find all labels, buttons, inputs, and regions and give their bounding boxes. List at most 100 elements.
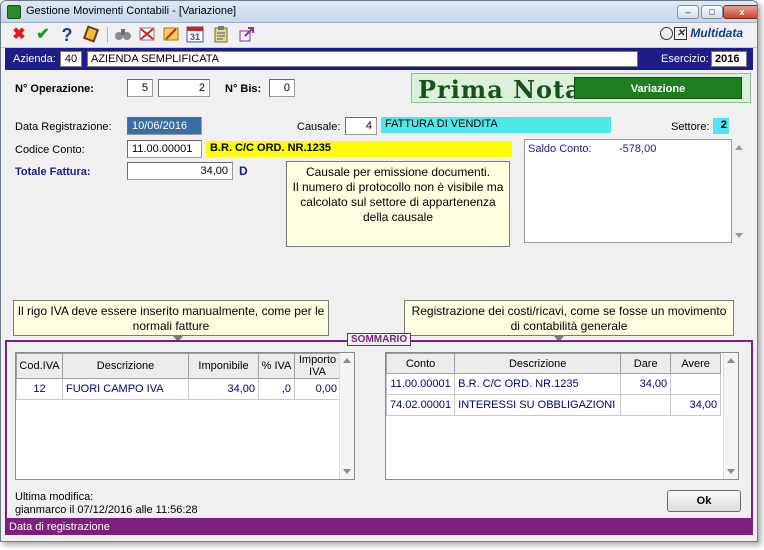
settore-label: Settore: — [671, 121, 710, 133]
conti-cell-dare[interactable] — [620, 394, 672, 416]
azienda-bar: Azienda: 40 AZIENDA SEMPLIFICATA Eserciz… — [5, 48, 753, 70]
iva-cell-imponibile[interactable]: 34,00 — [188, 378, 259, 400]
n-operazione-b-field[interactable]: 2 — [158, 79, 210, 97]
saldo-conto-label: Saldo Conto: — [528, 143, 592, 155]
edit-icon[interactable] — [161, 25, 181, 45]
scroll-down-icon[interactable] — [343, 469, 351, 474]
scroll-up-icon[interactable] — [735, 145, 743, 150]
calendar-number: 31 — [190, 32, 200, 42]
conti-grid[interactable]: Conto Descrizione Dare Avere 11.00.00001… — [385, 352, 739, 480]
codice-conto-field[interactable]: 11.00.00001 — [127, 140, 202, 158]
azienda-name: AZIENDA SEMPLIFICATA — [87, 51, 638, 67]
n-bis-label: N° Bis: — [225, 83, 262, 95]
confirm-check-icon[interactable]: ✔ — [33, 25, 53, 45]
conti-table: Conto Descrizione Dare Avere 11.00.00001… — [386, 353, 722, 416]
title-bar: Gestione Movimenti Contabili - [Variazio… — [1, 1, 757, 23]
n-operazione-a-field[interactable]: 5 — [127, 79, 153, 97]
iva-col-header[interactable]: Importo IVA — [294, 353, 341, 379]
data-registrazione-field[interactable]: 10/06/2016 — [127, 117, 202, 135]
conti-col-header[interactable]: Avere — [670, 353, 722, 374]
binoculars-icon[interactable] — [113, 25, 133, 45]
conti-cell-dare[interactable]: 34,00 — [620, 373, 672, 395]
saldo-conto-value: -578,00 — [619, 143, 657, 155]
costi-callout: Registrazione dei costi/ricavi, come se … — [404, 300, 734, 336]
iva-col-header[interactable]: % IVA — [258, 353, 295, 379]
iva-grid[interactable]: Cod.IVA Descrizione Imponibile % IVA Imp… — [15, 352, 355, 480]
iva-cell-importo[interactable]: 0,00 — [294, 378, 341, 400]
causale-label: Causale: — [297, 121, 341, 133]
ultima-modifica-label: Ultima modifica: — [15, 491, 94, 503]
close-window-button[interactable]: x — [723, 5, 757, 19]
prima-nota-title: Prima Nota — [418, 75, 582, 104]
scroll-down-icon[interactable] — [727, 469, 735, 474]
iva-header-row: Cod.IVA Descrizione Imponibile % IVA Imp… — [16, 353, 341, 379]
azienda-label: Azienda: — [13, 53, 56, 65]
data-registrazione-label: Data Registrazione: — [15, 121, 112, 133]
iva-table: Cod.IVA Descrizione Imponibile % IVA Imp… — [16, 353, 341, 400]
conti-cell-descrizione[interactable]: INTERESSI SU OBBLIGAZIONI — [454, 394, 622, 416]
conti-header-row: Conto Descrizione Dare Avere — [386, 353, 722, 374]
saldo-conto-box: Saldo Conto: -578,00 — [524, 139, 732, 243]
settore-value: 2 — [713, 118, 729, 134]
delete-icon[interactable] — [137, 25, 157, 45]
iva-col-header[interactable]: Descrizione — [62, 353, 189, 379]
scroll-up-icon[interactable] — [343, 358, 351, 363]
conti-cell-descrizione[interactable]: B.R. C/C ORD. NR.1235 — [454, 373, 622, 395]
n-operazione-label: N° Operazione: — [15, 83, 94, 95]
scroll-up-icon[interactable] — [727, 358, 735, 363]
prima-nota-banner: Prima Nota Variazione — [411, 73, 751, 104]
brand-x-icon: ✕ — [674, 27, 688, 41]
totale-fattura-field[interactable]: 34,00 — [127, 162, 233, 180]
help-icon[interactable]: ? — [57, 25, 77, 45]
mode-badge: Variazione — [574, 77, 742, 99]
notebook-icon[interactable] — [81, 25, 101, 45]
iva-cell-descrizione[interactable]: FUORI CAMPO IVA — [62, 378, 189, 400]
iva-scrollbar[interactable] — [339, 353, 354, 479]
brand-logo: ✕ Multidata — [660, 26, 743, 41]
conti-cell-avere[interactable] — [670, 373, 722, 395]
esercizio-value: 2016 — [711, 51, 747, 67]
causale-description: FATTURA DI VENDITA — [381, 117, 611, 133]
ok-button[interactable]: Ok — [667, 490, 741, 512]
esercizio-label: Esercizio: — [661, 53, 709, 65]
conti-cell-conto[interactable]: 74.02.00001 — [386, 394, 456, 416]
conti-col-header[interactable]: Conto — [386, 353, 456, 374]
main-window: Gestione Movimenti Contabili - [Variazio… — [0, 0, 758, 542]
brand-circle-icon — [660, 27, 674, 41]
export-icon[interactable] — [237, 25, 257, 45]
conti-scrollbar[interactable] — [723, 353, 738, 479]
app-icon — [7, 5, 21, 19]
totale-fattura-suffix: D — [239, 164, 248, 178]
conti-cell-avere[interactable]: 34,00 — [670, 394, 722, 416]
calendar-icon[interactable]: 31 — [185, 25, 205, 45]
conti-col-header[interactable]: Descrizione — [454, 353, 622, 374]
close-x-icon[interactable]: ✖ — [9, 25, 29, 45]
iva-cell-percent[interactable]: ,0 — [258, 378, 295, 400]
brand-name: Multidata — [690, 26, 743, 40]
sommario-group: SOMMARIO Cod.IVA Descrizione Imponibile … — [5, 333, 753, 520]
codice-conto-description: B.R. C/C ORD. NR.1235 — [206, 141, 512, 157]
conti-cell-conto[interactable]: 11.00.00001 — [386, 373, 456, 395]
n-bis-field[interactable]: 0 — [269, 79, 295, 97]
status-bar: Data di registrazione — [5, 520, 753, 535]
toolbar: ✖ ✔ ? 31 ✕ Multidata — [1, 23, 757, 48]
conti-col-header[interactable]: Dare — [620, 353, 672, 374]
iva-cell-cod[interactable]: 12 — [16, 378, 63, 400]
table-row[interactable]: 11.00.00001 B.R. C/C ORD. NR.1235 34,00 — [386, 373, 722, 395]
totale-fattura-label: Totale Fattura: — [15, 166, 91, 178]
minimize-button[interactable]: – — [677, 5, 699, 19]
scroll-down-icon[interactable] — [735, 233, 743, 238]
table-row[interactable]: 74.02.00001 INTERESSI SU OBBLIGAZIONI 34… — [386, 394, 722, 416]
saldo-scrollbar[interactable] — [733, 139, 745, 243]
iva-col-header[interactable]: Imponibile — [188, 353, 259, 379]
codice-conto-label: Codice Conto: — [15, 144, 85, 156]
sommario-label: SOMMARIO — [347, 333, 412, 346]
iva-col-header[interactable]: Cod.IVA — [16, 353, 63, 379]
maximize-button[interactable]: □ — [701, 5, 723, 19]
causale-callout: Causale per emissione documenti. Il nume… — [286, 161, 510, 247]
toolbar-separator — [107, 27, 108, 43]
table-row[interactable]: 12 FUORI CAMPO IVA 34,00 ,0 0,00 — [16, 378, 341, 400]
causale-code-field[interactable]: 4 — [345, 117, 377, 135]
iva-callout: Il rigo IVA deve essere inserito manualm… — [13, 300, 329, 336]
clipboard-icon[interactable] — [211, 25, 231, 45]
